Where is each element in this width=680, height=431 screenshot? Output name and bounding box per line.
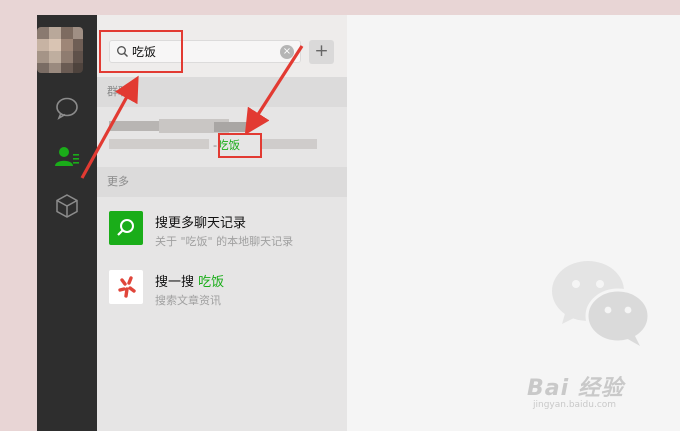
search-results-panel: × + 群聊 -吃饭 更多 搜更多聊天记录 关于 "吃饭" 的本地聊天记录 (97, 15, 347, 431)
result-title: 搜更多聊天记录 (155, 216, 247, 231)
wechat-window: × + 群聊 -吃饭 更多 搜更多聊天记录 关于 "吃饭" 的本地聊天记录 (37, 15, 680, 431)
chat-bubble-icon[interactable] (53, 94, 81, 122)
contacts-icon[interactable] (53, 143, 81, 171)
annotation-box-search (99, 30, 183, 73)
result-subtitle: 搜索文章资讯 (155, 294, 221, 307)
section-header-more: 更多 (97, 167, 347, 197)
search-icon (109, 211, 143, 245)
avatar[interactable] (37, 27, 83, 73)
baidu-watermark: Bai 经验 jingyan.baidu.com (527, 376, 624, 410)
wechat-logo-icon (552, 261, 650, 346)
annotation-box-keyword (218, 133, 262, 158)
search-more-chat-history[interactable]: 搜更多聊天记录 关于 "吃饭" 的本地聊天记录 (97, 197, 347, 257)
clear-search-button[interactable]: × (280, 45, 294, 59)
chat-area-empty: Bai 经验 jingyan.baidu.com (347, 15, 680, 431)
result-title: 搜一搜 吃饭 (155, 275, 225, 290)
nav-rail (37, 15, 97, 431)
mini-program-cube-icon[interactable] (53, 192, 81, 220)
result-subtitle: 关于 "吃饭" 的本地聊天记录 (155, 235, 294, 248)
add-button[interactable]: + (309, 40, 334, 64)
section-header-groups: 群聊 (97, 77, 347, 107)
search-one-search[interactable]: 搜一搜 吃饭 搜索文章资讯 (97, 256, 347, 316)
search-one-search-icon (109, 270, 143, 304)
